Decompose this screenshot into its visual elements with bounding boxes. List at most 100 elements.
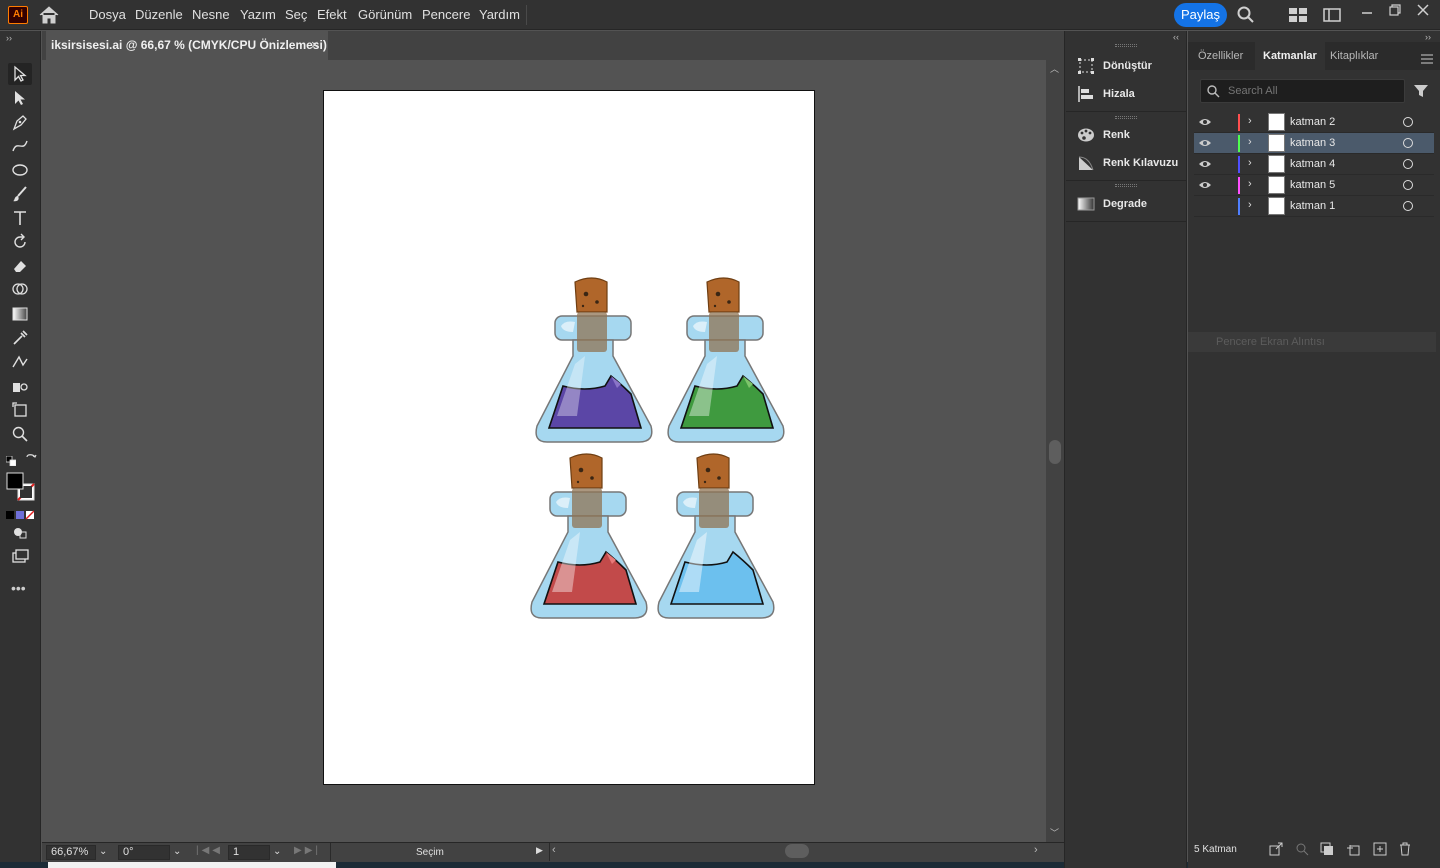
layer-row[interactable]: › katman 4: [1194, 154, 1434, 175]
menu-efekt[interactable]: Efekt: [317, 7, 347, 22]
tab-properties[interactable]: Özellikler: [1190, 42, 1251, 70]
paintbrush-tool-icon[interactable]: [8, 183, 32, 205]
layers-search-input[interactable]: [1228, 84, 1398, 98]
menu-duzenle[interactable]: Düzenle: [135, 7, 183, 22]
dock-grip[interactable]: [1115, 116, 1137, 119]
curvature-tool-icon[interactable]: [8, 135, 32, 157]
expand-layer-icon[interactable]: ›: [1248, 157, 1252, 169]
tab-libraries[interactable]: Kitaplıklar: [1322, 42, 1386, 70]
type-tool-icon[interactable]: [8, 207, 32, 229]
zoom-dropdown-icon[interactable]: ⌄: [99, 846, 107, 857]
zoom-tool-icon[interactable]: [8, 423, 32, 445]
layer-row[interactable]: › katman 5: [1194, 175, 1434, 196]
new-sublayer-icon[interactable]: [1346, 842, 1360, 856]
align-panel-button[interactable]: Hizala: [1077, 84, 1135, 104]
artboard-first-prev-icon[interactable]: |◀◀: [196, 845, 223, 856]
collapse-dock-icon[interactable]: ‹‹: [1173, 32, 1179, 42]
dock-grip[interactable]: [1115, 184, 1137, 187]
transform-panel-button[interactable]: Dönüştür: [1077, 56, 1152, 76]
layer-row-selected[interactable]: › katman 3: [1194, 133, 1434, 154]
layer-target-icon[interactable]: [1403, 159, 1413, 169]
direct-selection-tool-icon[interactable]: [8, 87, 32, 109]
color-panel-button[interactable]: Renk: [1077, 125, 1130, 145]
symbol-sprayer-tool-icon[interactable]: [8, 375, 32, 397]
panel-layout-icon[interactable]: [1323, 8, 1341, 22]
artboard-number-field[interactable]: 1: [228, 845, 270, 860]
rotation-field[interactable]: 0°: [118, 845, 170, 860]
rotation-dropdown-icon[interactable]: ⌄: [173, 846, 181, 857]
menu-yazim[interactable]: Yazım: [240, 7, 276, 22]
menu-pencere[interactable]: Pencere: [422, 7, 470, 22]
menu-gorunum[interactable]: Görünüm: [358, 7, 412, 22]
layer-target-icon[interactable]: [1403, 180, 1413, 190]
default-colors-icon[interactable]: [5, 453, 17, 467]
draw-mode-icon[interactable]: [8, 521, 32, 543]
shape-builder-tool-icon[interactable]: [8, 279, 32, 301]
swap-colors-icon[interactable]: [25, 452, 37, 464]
color-guide-panel-button[interactable]: Renk Kılavuzu: [1077, 153, 1178, 173]
gradient-tool-icon[interactable]: [8, 303, 32, 325]
ellipse-tool-icon[interactable]: [8, 159, 32, 181]
artboard-tool-icon[interactable]: [8, 399, 32, 421]
selection-tool-icon[interactable]: [8, 63, 32, 85]
tab-layers[interactable]: Katmanlar: [1255, 42, 1325, 70]
layer-target-icon[interactable]: [1403, 201, 1413, 211]
menu-dosya[interactable]: Dosya: [89, 7, 126, 22]
scroll-left-icon[interactable]: ‹: [552, 844, 556, 856]
layer-name[interactable]: katman 3: [1290, 137, 1335, 149]
zoom-field[interactable]: 66,67%: [46, 845, 96, 860]
locate-object-icon[interactable]: [1295, 842, 1309, 856]
layer-row[interactable]: › katman 1: [1194, 196, 1434, 217]
delete-layer-icon[interactable]: [1398, 842, 1412, 856]
workspace-icon[interactable]: [1289, 8, 1307, 22]
color-mode-icon[interactable]: [6, 507, 35, 520]
expand-layer-icon[interactable]: ›: [1248, 199, 1252, 211]
close-tab-icon[interactable]: ×: [311, 37, 319, 52]
eraser-tool-icon[interactable]: [8, 255, 32, 277]
new-layer-icon[interactable]: [1373, 842, 1387, 856]
artboard-dropdown-icon[interactable]: ⌄: [273, 846, 281, 857]
fill-stroke-swatch-icon[interactable]: [6, 472, 36, 502]
restore-icon[interactable]: [1388, 3, 1402, 17]
expand-layer-icon[interactable]: ›: [1248, 115, 1252, 127]
collapse-toolbar-icon[interactable]: ››: [6, 33, 12, 43]
layer-name[interactable]: katman 1: [1290, 200, 1335, 212]
clipping-mask-icon[interactable]: [1320, 842, 1334, 856]
artboard-next-last-icon[interactable]: ▶▶|: [294, 845, 321, 856]
layer-name[interactable]: katman 5: [1290, 179, 1335, 191]
status-menu-icon[interactable]: ▶: [536, 845, 543, 856]
pen-tool-icon[interactable]: [8, 111, 32, 133]
layer-name[interactable]: katman 4: [1290, 158, 1335, 170]
scroll-up-icon[interactable]: ︿: [1050, 62, 1059, 75]
expand-layer-icon[interactable]: ›: [1248, 178, 1252, 190]
minimize-icon[interactable]: [1360, 4, 1374, 18]
layer-row[interactable]: › katman 2: [1194, 112, 1434, 133]
visibility-eye-icon[interactable]: [1198, 115, 1212, 129]
share-button[interactable]: Paylaş: [1174, 3, 1227, 27]
screen-mode-icon[interactable]: [8, 545, 32, 567]
menu-sec[interactable]: Seç: [285, 7, 307, 22]
visibility-eye-icon[interactable]: [1198, 157, 1212, 171]
expand-panel-icon[interactable]: ››: [1425, 32, 1431, 42]
vertical-scroll-thumb[interactable]: [1049, 440, 1061, 464]
export-icon[interactable]: [1269, 842, 1283, 856]
rotate-tool-icon[interactable]: [8, 231, 32, 253]
more-tools-icon[interactable]: •••: [11, 580, 26, 596]
panel-menu-icon[interactable]: [1421, 51, 1433, 64]
visibility-eye-icon[interactable]: [1198, 136, 1212, 150]
home-icon[interactable]: [38, 5, 60, 25]
expand-layer-icon[interactable]: ›: [1248, 136, 1252, 148]
layer-name[interactable]: katman 2: [1290, 116, 1335, 128]
potion-artwork[interactable]: [520, 270, 800, 630]
menu-yardim[interactable]: Yardım: [479, 7, 520, 22]
gradient-panel-button[interactable]: Degrade: [1077, 194, 1147, 214]
eyedropper-tool-icon[interactable]: [8, 327, 32, 349]
blend-tool-icon[interactable]: [8, 351, 32, 373]
menu-nesne[interactable]: Nesne: [192, 7, 230, 22]
layer-target-icon[interactable]: [1403, 117, 1413, 127]
close-window-icon[interactable]: [1416, 3, 1430, 17]
scroll-right-icon[interactable]: ›: [1034, 844, 1038, 856]
layer-target-icon[interactable]: [1403, 138, 1413, 148]
filter-icon[interactable]: [1413, 83, 1429, 99]
visibility-eye-icon[interactable]: [1198, 178, 1212, 192]
